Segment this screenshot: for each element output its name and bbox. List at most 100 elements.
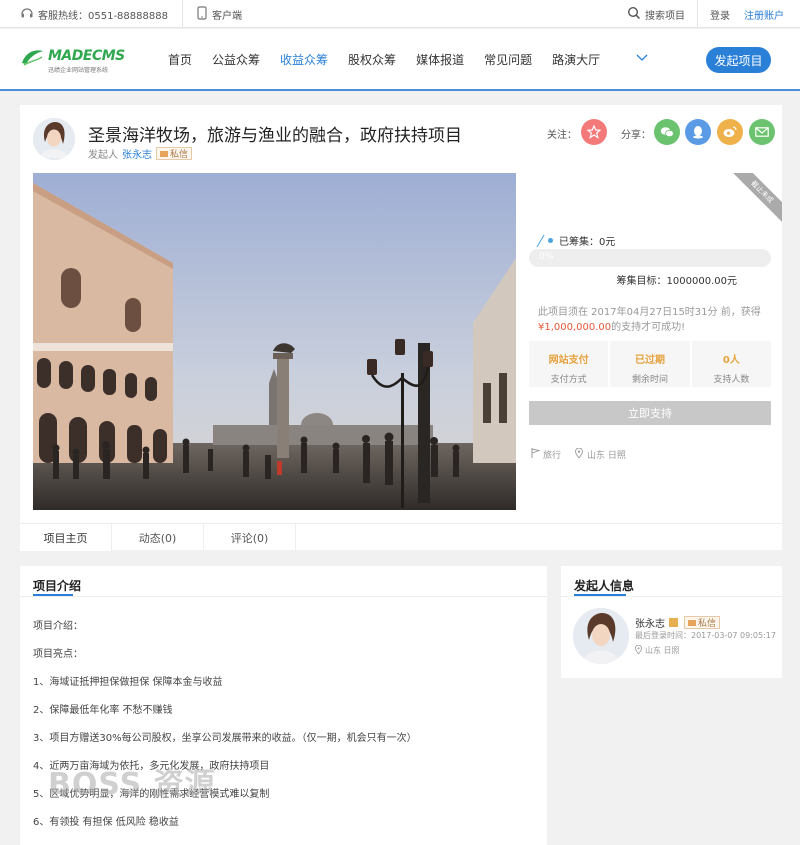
intro-body: 项目介绍： 项目亮点： 1、海域证抵押担保做担保 保障本金与收益 2、保障最低年… [33, 617, 417, 841]
title-underline [33, 594, 73, 596]
project-location: 山东 日照 [587, 451, 626, 461]
divider [181, 0, 183, 28]
register-link[interactable]: 注册账户 [744, 7, 784, 22]
stat-label: 剩余时间 [631, 375, 668, 385]
nav-home[interactable]: 首页 [168, 51, 192, 68]
share-label: 分享： [621, 130, 651, 141]
wechat-icon[interactable] [654, 119, 680, 145]
nav-reward-crowdfunding[interactable]: 收益众筹 [280, 51, 328, 68]
sponsor-info-title: 发起人信息 [574, 579, 635, 593]
star-icon[interactable] [581, 119, 607, 145]
logo-brand: MADECMS [48, 48, 125, 64]
raised-amount: 已筹集：0元 [548, 233, 615, 248]
phone-icon [197, 5, 207, 23]
project-intro-card: 项目介绍 项目介绍： 项目亮点： 1、海域证抵押担保做担保 保障本金与收益 2、… [20, 566, 547, 845]
search-icon[interactable] [627, 6, 641, 23]
follow-label: 关注： [547, 130, 577, 141]
logo-leaf-icon [22, 50, 43, 66]
sponsor-avatar[interactable] [33, 118, 75, 160]
divider [697, 0, 698, 28]
sponsor-card-name-row: 张永志 私信 [635, 615, 721, 630]
stat-value: 网站支付 [548, 355, 589, 366]
intro-line: 2、保障最低年化率 不愁不赚钱 [33, 705, 173, 716]
raised-amount-text: 已筹集：0元 [559, 237, 616, 248]
envelope-icon [688, 619, 696, 626]
project-title: 圣景海洋牧场，旅游与渔业的融合，政府扶持项目 [88, 126, 462, 146]
project-tabs: 项目主页 动态(0) 评论(0) [20, 523, 782, 551]
funding-progress-bar: 0% [529, 249, 771, 267]
email-icon[interactable] [749, 119, 775, 145]
headset-icon [20, 6, 34, 23]
envelope-icon [160, 150, 168, 157]
sponsor-line: 发起人 张永志 私信 [88, 146, 193, 161]
intro-line: 3、项目方赠送30%每公司股权，坐享公司发展带来的收益。（仅一期，机会只有一次） [33, 733, 417, 744]
private-message-button[interactable]: 私信 [156, 147, 193, 160]
nav-faq[interactable]: 常见问题 [484, 51, 532, 68]
sponsor-name-link[interactable]: 张永志 [122, 146, 152, 161]
deadline-note-amount: ¥1,000,000.00 [538, 322, 612, 333]
intro-line: 项目亮点： [33, 649, 83, 660]
launch-project-button[interactable]: 发起项目 [706, 47, 771, 73]
stat-label: 支付方式 [550, 375, 587, 385]
funding-progress-percent: 0% [539, 252, 554, 262]
divider [20, 596, 547, 597]
client-link[interactable]: 客户端 [212, 7, 242, 22]
raised-dot [548, 238, 553, 243]
sponsor-location-text: 山东 日照 [645, 646, 680, 655]
hotline-text: 客服热线：0551-88888888 [38, 10, 168, 22]
support-now-button[interactable]: 立即支持 [529, 401, 771, 425]
project-category: 旅行 [543, 451, 562, 461]
chevron-down-icon[interactable] [636, 53, 648, 66]
search-projects-link[interactable]: 搜索项目 [645, 7, 685, 22]
stat-label: 支持人数 [713, 375, 750, 385]
vip-badge-icon [669, 618, 678, 627]
progress-pointer [536, 234, 545, 247]
stat-value: 0人 [722, 355, 740, 366]
deadline-note: 此项目须在 2017年04月27日15时31分 前，获得 ¥1,000,000.0… [538, 305, 768, 335]
nav-charity-crowdfunding[interactable]: 公益众筹 [212, 51, 260, 68]
login-link[interactable]: 登录 [710, 7, 730, 22]
sponsor-location: 山东 日照 [635, 644, 680, 656]
nav-equity-crowdfunding[interactable]: 股权众筹 [348, 51, 396, 68]
sponsor-card-avatar[interactable] [573, 608, 629, 664]
private-message-button[interactable]: 私信 [684, 616, 721, 629]
tab-project-home[interactable]: 项目主页 [20, 524, 112, 551]
tab-comments[interactable]: 评论(0) [204, 524, 296, 551]
project-stats: 网站支付 支付方式 已过期 剩余时间 0人 支持人数 [529, 341, 771, 387]
stat-supporters: 0人 支持人数 [691, 341, 771, 387]
intro-line: 1、海域证抵押担保做担保 保障本金与收益 [33, 677, 223, 688]
funding-goal: 筹集目标：1000000.00元 [616, 276, 737, 287]
main-nav: 首页 公益众筹 收益众筹 股权众筹 媒体报道 常见问题 路演大厅 [158, 29, 610, 89]
deadline-note-prefix: 此项目须在 2017年04月27日15时31分 前，获得 [538, 307, 761, 318]
project-meta: 旅行 山东 日照 [531, 447, 626, 461]
weibo-icon[interactable] [717, 119, 743, 145]
watermark: BOSS 资源 [48, 767, 216, 802]
private-message-label: 私信 [170, 150, 189, 160]
flag-icon [531, 448, 541, 461]
sponsor-card-name[interactable]: 张永志 [635, 615, 665, 630]
stat-value: 已过期 [634, 355, 665, 366]
deadline-note-suffix: 的支持才可成功! [611, 322, 686, 333]
project-cover-image [33, 173, 516, 510]
tab-updates[interactable]: 动态(0) [112, 524, 204, 551]
location-pin-icon [575, 447, 583, 461]
logo[interactable]: MADECMS 迅绩企业网站管理系统 [20, 47, 125, 75]
nav-roadshow-hall[interactable]: 路演大厅 [552, 51, 600, 68]
nav-media-reports[interactable]: 媒体报道 [416, 51, 464, 68]
location-pin-icon [635, 644, 642, 656]
private-message-label: 私信 [698, 619, 717, 629]
main-header: MADECMS 迅绩企业网站管理系统 首页 公益众筹 收益众筹 股权众筹 媒体报… [0, 29, 800, 91]
intro-line: 6、有领投 有担保 低风险 稳收益 [33, 817, 179, 828]
stat-payment-method: 网站支付 支付方式 [529, 341, 609, 387]
status-ribbon: 截止未成 [732, 173, 782, 223]
sponsor-label: 发起人 [88, 150, 118, 161]
top-bar: 客服热线：0551-88888888 客户端 搜索项目 登录 注册账户 [0, 0, 800, 28]
qq-icon[interactable] [685, 119, 711, 145]
project-card: 圣景海洋牧场，旅游与渔业的融合，政府扶持项目 发起人 张永志 私信 关注： 分享… [20, 105, 782, 551]
title-underline [574, 594, 626, 596]
last-login-time: 最后登录时间：2017-03-07 09:05:17 [635, 631, 776, 640]
logo-subtitle: 迅绩企业网站管理系统 [48, 67, 109, 74]
intro-title: 项目介绍 [33, 579, 82, 593]
status-ribbon-text: 截止未成 [732, 173, 782, 223]
intro-line: 项目介绍： [33, 621, 83, 632]
